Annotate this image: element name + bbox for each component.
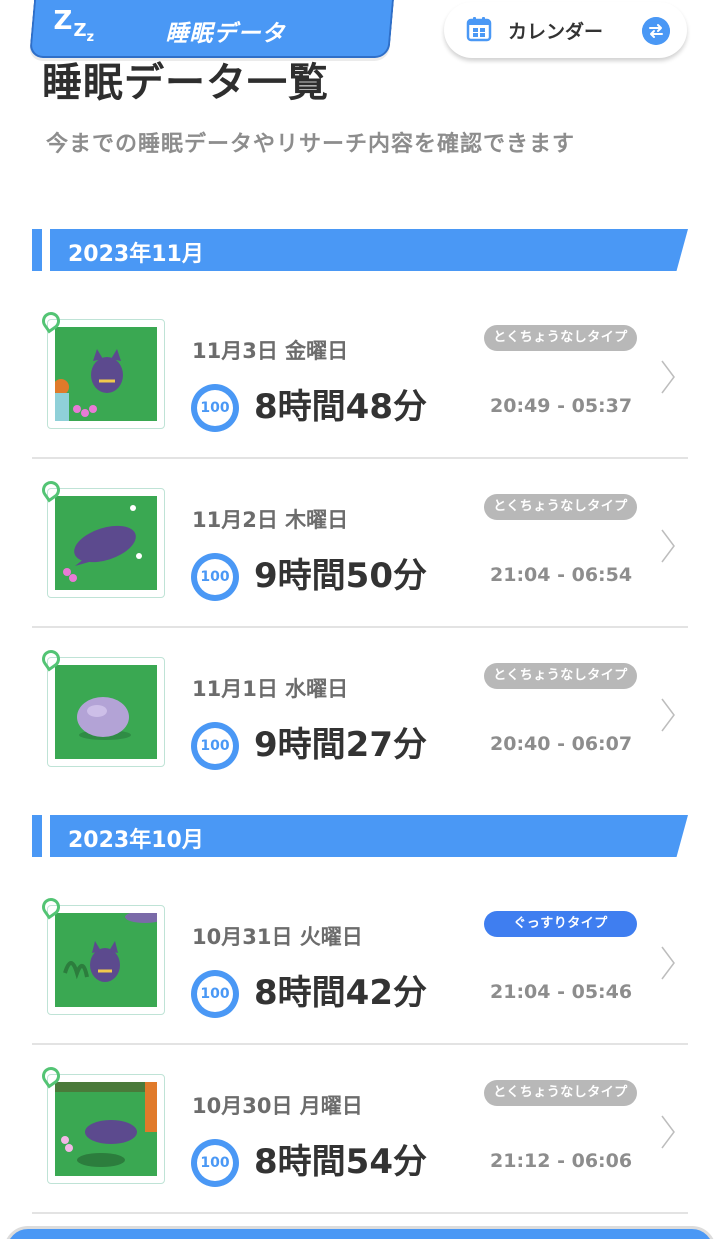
sleep-time-range: 21:04 - 06:54 (490, 564, 633, 586)
page-subtitle: 今までの睡眠データやリサーチ内容を確認できます (46, 132, 576, 157)
sleep-time-range: 20:40 - 06:07 (490, 733, 633, 755)
sleep-score: 100 (191, 970, 239, 1018)
sleep-type-badge: とくちょうなしタイプ (484, 1080, 637, 1106)
chevron-right-icon (661, 946, 675, 980)
sleep-score: 100 (191, 384, 239, 432)
sleep-entry[interactable]: 10月31日 火曜日 ぐっすりタイプ 100 8時間42分 21:04 - 05… (32, 877, 688, 1045)
sleep-type-badge: とくちょうなしタイプ (484, 494, 637, 520)
divider (32, 626, 688, 628)
month-header: 2023年10月 (32, 815, 688, 857)
calendar-icon (466, 17, 492, 42)
month-header-accent (32, 229, 42, 271)
page-title: 睡眠データ一覧 (42, 60, 329, 106)
sleep-scene-image (55, 1082, 157, 1176)
divider (32, 1043, 688, 1045)
score-value: 100 (197, 1145, 233, 1181)
sleep-duration: 8時間42分 (254, 973, 427, 1013)
sleep-scene-image (55, 327, 157, 421)
sleep-score: 100 (191, 1139, 239, 1187)
score-value: 100 (197, 728, 233, 764)
month-header: 2023年11月 (32, 229, 688, 271)
entry-date: 11月3日 金曜日 (192, 339, 349, 363)
zzz-letter: Z (53, 6, 73, 36)
score-value: 100 (197, 976, 233, 1012)
sleep-duration: 9時間27分 (254, 725, 427, 765)
divider (32, 1212, 688, 1214)
month-header-accent (32, 815, 42, 857)
calendar-button[interactable]: カレンダー (444, 2, 687, 58)
sleep-entry[interactable]: 10月30日 月曜日 とくちょうなしタイプ 100 8時間54分 21:12 -… (32, 1046, 688, 1214)
entry-date: 10月31日 火曜日 (192, 925, 363, 949)
sleep-type-badge: ぐっすりタイプ (484, 911, 637, 937)
sleep-entry[interactable]: 11月3日 金曜日 とくちょうなしタイプ 100 8時間48分 20:49 - … (32, 291, 688, 459)
entry-date: 11月2日 木曜日 (192, 508, 349, 532)
sleep-score: 100 (191, 553, 239, 601)
sleep-thumbnail (38, 477, 165, 598)
zzz-letter: Z (73, 20, 87, 41)
sleep-thumbnail (38, 646, 165, 767)
swap-icon (642, 17, 670, 45)
chevron-right-icon (661, 360, 675, 394)
tab-title: 睡眠データ (165, 21, 286, 47)
bottom-action-bar[interactable] (4, 1226, 716, 1239)
sleep-entry[interactable]: 11月1日 水曜日 とくちょうなしタイプ 100 9時間27分 20:40 - … (32, 629, 688, 797)
score-value: 100 (197, 559, 233, 595)
sleep-type-badge: とくちょうなしタイプ (484, 663, 637, 689)
month-label: 2023年10月 (68, 828, 204, 853)
sleep-scene-image (55, 913, 157, 1007)
sleep-scene-image (55, 665, 157, 759)
divider (32, 457, 688, 459)
chevron-right-icon (661, 1115, 675, 1149)
sleep-thumbnail (38, 308, 165, 429)
sleep-duration: 8時間54分 (254, 1142, 427, 1182)
calendar-label: カレンダー (508, 21, 604, 43)
sleep-duration: 9時間50分 (254, 556, 427, 596)
sleep-scene-image (55, 496, 157, 590)
sleep-type-badge: とくちょうなしタイプ (484, 325, 637, 351)
zzz-letter: z (86, 30, 95, 45)
sleep-score: 100 (191, 722, 239, 770)
sleep-thumbnail (38, 1063, 165, 1184)
sleep-duration: 8時間48分 (254, 387, 427, 427)
sleep-time-range: 21:12 - 06:06 (490, 1150, 633, 1172)
entry-date: 10月30日 月曜日 (192, 1094, 363, 1118)
sleep-time-range: 21:04 - 05:46 (490, 981, 633, 1003)
chevron-right-icon (661, 529, 675, 563)
chevron-right-icon (661, 698, 675, 732)
sleep-time-range: 20:49 - 05:37 (490, 395, 633, 417)
score-value: 100 (197, 390, 233, 426)
month-label: 2023年11月 (68, 242, 204, 267)
entry-date: 11月1日 水曜日 (192, 677, 349, 701)
sleep-thumbnail (38, 894, 165, 1015)
sleep-entry[interactable]: 11月2日 木曜日 とくちょうなしタイプ 100 9時間50分 21:04 - … (32, 460, 688, 628)
